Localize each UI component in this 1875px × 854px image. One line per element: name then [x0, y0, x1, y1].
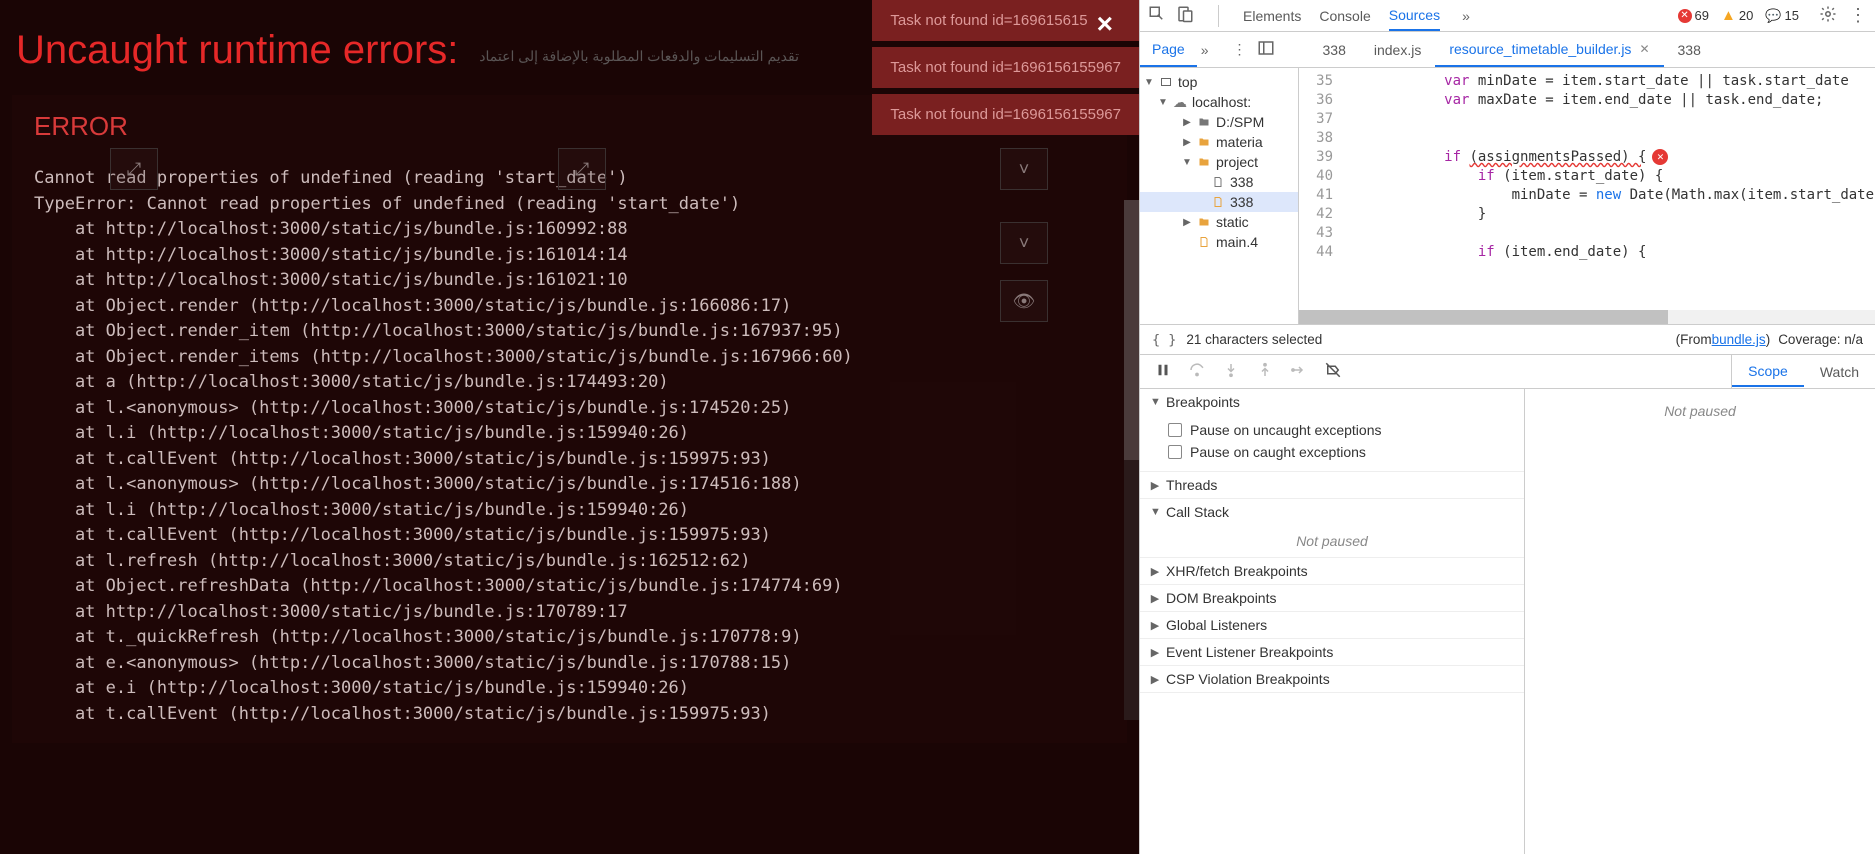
bg-arabic-text: تقديم التسليمات والدفعات المطلوبة بالإضا… [479, 48, 799, 65]
ghost-button[interactable]: 👁 [1000, 280, 1048, 322]
file-tab[interactable]: 338 [1309, 32, 1360, 67]
scope-not-paused: Not paused [1664, 403, 1736, 419]
tree-host[interactable]: ▼☁localhost: [1140, 92, 1298, 112]
tree-item[interactable]: ▶materia [1140, 132, 1298, 152]
file-tree[interactable]: ▼top ▼☁localhost: ▶D:/SPM▶materia▼projec… [1140, 68, 1299, 324]
page-more-icon[interactable]: » [1201, 42, 1209, 58]
selection-info: 21 characters selected [1186, 332, 1322, 347]
pause-uncaught-checkbox[interactable]: Pause on uncaught exceptions [1168, 419, 1514, 441]
warnings-badge[interactable]: ▲20 [1721, 7, 1753, 24]
section-xhr[interactable]: ▶XHR/fetch Breakpoints [1140, 558, 1524, 584]
step-out-icon[interactable] [1256, 361, 1274, 382]
kebab-icon[interactable]: ⋮ [1849, 5, 1867, 26]
tab-console[interactable]: Console [1319, 0, 1370, 31]
from-link[interactable]: bundle.js [1712, 332, 1766, 347]
overlay-scrollbar[interactable] [1124, 200, 1139, 720]
section-breakpoints[interactable]: ▼Breakpoints [1140, 389, 1524, 415]
tree-item[interactable]: 338 [1140, 192, 1298, 212]
scope-watch-tabs: Scope Watch [1731, 355, 1875, 388]
section-callstack[interactable]: ▼Call Stack [1140, 499, 1524, 525]
toast-item: Task not found id=1696156155967 [872, 94, 1139, 135]
device-icon[interactable] [1176, 5, 1194, 26]
code-editor[interactable]: 35363738394041424344 var minDate = item.… [1299, 68, 1875, 324]
devtools-main-tabs: Elements Console Sources » ✕69 ▲20 💬15 ⋮ [1140, 0, 1875, 32]
close-icon[interactable]: × [1097, 8, 1113, 40]
coverage-label: Coverage: n/a [1778, 332, 1863, 347]
stack-trace: Cannot read properties of undefined (rea… [34, 166, 1105, 727]
file-tabs: 338 index.js resource_timetable_builder.… [1309, 32, 1715, 67]
pause-caught-checkbox[interactable]: Pause on caught exceptions [1168, 441, 1514, 463]
deactivate-breakpoints-icon[interactable] [1324, 361, 1342, 382]
close-icon[interactable]: ✕ [1639, 42, 1649, 56]
file-tab[interactable]: resource_timetable_builder.js✕ [1435, 32, 1663, 67]
errors-badge[interactable]: ✕69 [1678, 8, 1709, 23]
pretty-print-icon[interactable]: { } [1152, 332, 1186, 348]
section-global[interactable]: ▶Global Listeners [1140, 612, 1524, 638]
ghost-button[interactable]: ⤢ [558, 148, 606, 190]
tab-sources[interactable]: Sources [1389, 0, 1440, 31]
debugger-toolbar-row: Scope Watch [1140, 355, 1875, 389]
step-into-icon[interactable] [1222, 361, 1240, 382]
step-over-icon[interactable] [1188, 361, 1206, 382]
gear-icon[interactable] [1819, 5, 1837, 26]
from-label: (From [1676, 332, 1712, 347]
tab-more[interactable]: » [1462, 0, 1470, 31]
line-gutter: 35363738394041424344 [1299, 68, 1343, 324]
tree-item[interactable]: ▼project [1140, 152, 1298, 172]
tab-scope[interactable]: Scope [1732, 357, 1804, 387]
from-tail: ) [1766, 332, 1771, 347]
error-block: ERROR Cannot read properties of undefine… [12, 95, 1127, 743]
toggle-navigator-icon[interactable] [1257, 39, 1275, 60]
code-content[interactable]: var minDate = item.start_date || task.st… [1343, 68, 1875, 324]
section-csp[interactable]: ▶CSP Violation Breakpoints [1140, 666, 1524, 692]
error-overlay-panel: مراجعة بوابة تقديم التسليمات والدفعات ال… [0, 0, 1139, 854]
tree-item[interactable]: 338 [1140, 172, 1298, 192]
section-dom[interactable]: ▶DOM Breakpoints [1140, 585, 1524, 611]
tree-item[interactable]: ▶D:/SPM [1140, 112, 1298, 132]
sources-secondary-bar: Page » ⋮ 338 index.js resource_timetable… [1140, 32, 1875, 68]
code-h-scrollbar[interactable] [1299, 310, 1875, 324]
info-badge[interactable]: 💬15 [1765, 8, 1799, 24]
file-tab[interactable]: 338 [1664, 32, 1715, 67]
page-tab[interactable]: Page [1140, 32, 1197, 67]
debugger-sections: ▼Breakpoints Pause on uncaught exception… [1140, 389, 1525, 854]
tree-item[interactable]: ▶static [1140, 212, 1298, 232]
scope-panel: Not paused [1525, 389, 1875, 854]
page-kebab-icon[interactable]: ⋮ [1233, 41, 1247, 58]
step-icon[interactable] [1290, 361, 1308, 382]
tab-watch[interactable]: Watch [1804, 358, 1875, 386]
ghost-button[interactable]: ˅ [1000, 222, 1048, 264]
tree-top[interactable]: ▼top [1140, 72, 1298, 92]
devtools-panel: Elements Console Sources » ✕69 ▲20 💬15 ⋮… [1139, 0, 1875, 854]
file-tab[interactable]: index.js [1360, 32, 1435, 67]
tab-elements[interactable]: Elements [1243, 0, 1301, 31]
editor-status-bar: { } 21 characters selected (From bundle.… [1140, 325, 1875, 355]
toast-item: Task not found id=1696156155967 [872, 47, 1139, 88]
ghost-button[interactable]: ⤢ [110, 148, 158, 190]
ghost-button[interactable]: ˅ [1000, 148, 1048, 190]
debugger-tools [1140, 355, 1731, 388]
inspect-icon[interactable] [1148, 5, 1166, 26]
tree-item[interactable]: main.4 [1140, 232, 1298, 252]
pause-icon[interactable] [1154, 361, 1172, 382]
section-event[interactable]: ▶Event Listener Breakpoints [1140, 639, 1524, 665]
callstack-not-paused: Not paused [1140, 525, 1524, 557]
section-threads[interactable]: ▶Threads [1140, 472, 1524, 498]
